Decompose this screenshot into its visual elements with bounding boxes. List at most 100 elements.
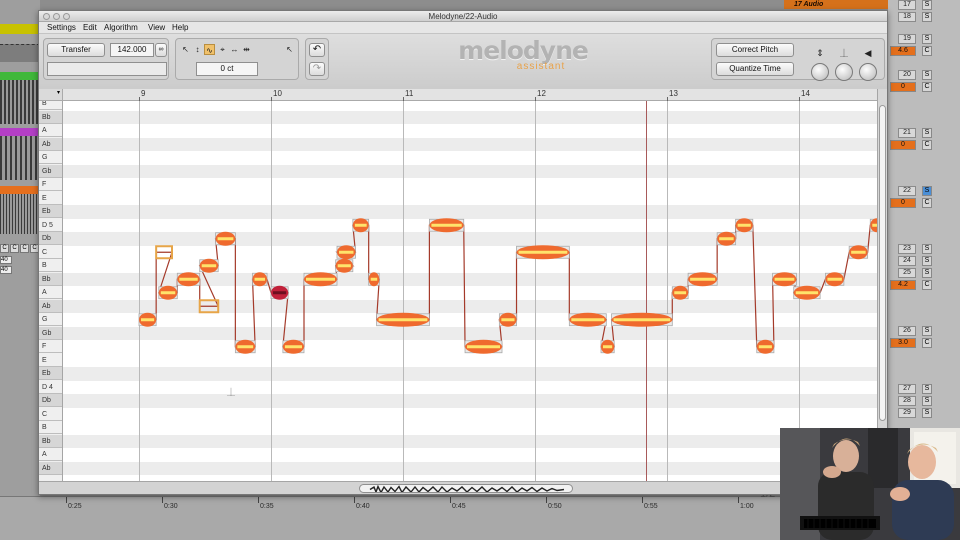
piano-key[interactable]: Eb [39, 205, 62, 218]
piano-key[interactable]: Gb [39, 164, 62, 178]
pointer-plus-tool-icon[interactable]: ↖ [284, 44, 295, 55]
volume-knob[interactable] [859, 63, 877, 81]
track-value-box[interactable]: 4.6 [890, 46, 916, 56]
time-tool-icon[interactable]: ↔ [229, 44, 240, 55]
note-blob[interactable] [687, 272, 718, 287]
solo-button[interactable]: S [922, 408, 932, 418]
note-blob[interactable] [270, 285, 289, 300]
note-editor[interactable]: ⏊ [63, 101, 877, 481]
solo-button[interactable]: S [922, 186, 932, 196]
piano-key[interactable]: Ab [39, 461, 62, 475]
note-blob[interactable] [176, 272, 201, 287]
note-blob[interactable] [772, 272, 797, 287]
formant-tool-icon[interactable]: ⌖ [217, 44, 228, 55]
c-button[interactable]: C [922, 280, 932, 290]
pitch-offset-field[interactable]: 0 ct [196, 62, 258, 76]
piano-key[interactable]: C [39, 408, 62, 421]
pitch-tool-icon[interactable]: ↕ [192, 44, 203, 55]
c-button[interactable]: C [922, 46, 932, 56]
solo-button[interactable]: S [922, 128, 932, 138]
menu-algorithm[interactable]: Algorithm [104, 22, 138, 34]
link-icon[interactable]: ∞ [155, 43, 167, 57]
horizontal-scrollbar[interactable] [39, 481, 877, 494]
vertical-scrollbar[interactable] [877, 89, 887, 481]
pointer-tool-icon[interactable]: ↖ [180, 44, 191, 55]
menu-view[interactable]: View [148, 22, 165, 34]
close-window-button[interactable] [43, 13, 50, 20]
bar-ruler[interactable]: 9 10 11 12 13 14 [63, 89, 877, 101]
piano-key[interactable]: A [39, 286, 62, 299]
clip-title[interactable]: 17 Audio [784, 0, 888, 9]
piano-keyboard[interactable]: B Bb A Ab G Gb F E Eb D 5 Db C B Bb A Ab G Gb F E Eb D 4 Db C B B… [39, 101, 63, 481]
note-blob[interactable] [825, 272, 845, 287]
piano-key[interactable]: Ab [39, 137, 62, 151]
note-blob[interactable] [464, 339, 503, 354]
piano-key[interactable]: F [39, 178, 62, 191]
piano-key[interactable]: E [39, 354, 62, 367]
solo-button[interactable]: S [922, 268, 932, 278]
piano-key[interactable]: B [39, 259, 62, 272]
piano-key[interactable]: B [39, 101, 62, 110]
note-blob[interactable] [516, 245, 570, 260]
note-blob[interactable] [252, 272, 268, 287]
ruler-corner-menu-icon[interactable]: ▾ [39, 89, 63, 101]
note-blob[interactable] [303, 272, 338, 287]
solo-button[interactable]: S [922, 396, 932, 406]
note-blob[interactable] [428, 218, 465, 233]
piano-key[interactable]: E [39, 192, 62, 205]
note-blob[interactable] [368, 272, 380, 287]
solo-button[interactable]: S [922, 384, 932, 394]
menu-settings[interactable]: Settings [47, 22, 76, 34]
note-blob[interactable] [215, 231, 236, 246]
note-blob[interactable] [138, 312, 157, 327]
note-blob[interactable] [671, 285, 689, 300]
note-blob[interactable] [335, 258, 354, 273]
solo-button[interactable]: S [922, 256, 932, 266]
undo-icon[interactable]: ↶ [309, 43, 325, 57]
tempo-field[interactable]: 142.000 [110, 43, 154, 57]
piano-key[interactable]: G [39, 151, 62, 164]
note-blob[interactable] [756, 339, 775, 354]
piano-key[interactable]: Bb [39, 110, 62, 124]
note-blob[interactable] [848, 245, 869, 260]
minimize-window-button[interactable] [53, 13, 60, 20]
note-blob[interactable] [234, 339, 256, 354]
piano-key[interactable]: Db [39, 394, 62, 407]
amplitude-tool-icon[interactable]: ⇹ [241, 44, 252, 55]
note-blob[interactable] [869, 218, 877, 233]
note-blob[interactable] [716, 231, 737, 246]
track-value-box[interactable]: 0 [890, 140, 916, 150]
note-blob[interactable] [336, 245, 356, 260]
note-blob[interactable] [600, 339, 615, 354]
piano-key[interactable]: D 5 [39, 219, 62, 232]
note-blob[interactable] [498, 312, 517, 327]
quantize-time-button[interactable]: Quantize Time [716, 62, 794, 76]
solo-button[interactable]: S [922, 12, 932, 22]
piano-key[interactable]: Gb [39, 326, 62, 340]
redo-icon[interactable]: ↷ [309, 62, 325, 76]
piano-key[interactable]: F [39, 340, 62, 353]
c-button[interactable]: C [922, 140, 932, 150]
note-blob[interactable] [568, 312, 607, 327]
piano-key[interactable]: D 4 [39, 381, 62, 394]
note-blob[interactable] [376, 312, 430, 327]
piano-key[interactable]: A [39, 448, 62, 461]
piano-key[interactable]: Db [39, 232, 62, 245]
note-blob[interactable] [158, 285, 178, 300]
c-button[interactable]: C [922, 82, 932, 92]
piano-key[interactable]: A [39, 124, 62, 137]
note-blob[interactable] [282, 339, 305, 354]
transfer-button[interactable]: Transfer [47, 43, 105, 57]
c-button[interactable]: C [0, 244, 9, 253]
note-blob[interactable] [352, 218, 370, 233]
piano-key[interactable]: Bb [39, 272, 62, 286]
piano-key[interactable]: Eb [39, 367, 62, 380]
note-blob[interactable] [611, 312, 673, 327]
vertical-scroll-thumb[interactable] [879, 105, 886, 421]
piano-key[interactable]: Ab [39, 299, 62, 313]
note-blob[interactable] [793, 285, 821, 300]
piano-key[interactable]: G [39, 313, 62, 326]
note-blob[interactable] [735, 218, 754, 233]
menu-help[interactable]: Help [172, 22, 188, 34]
pitch-knob[interactable] [811, 63, 829, 81]
